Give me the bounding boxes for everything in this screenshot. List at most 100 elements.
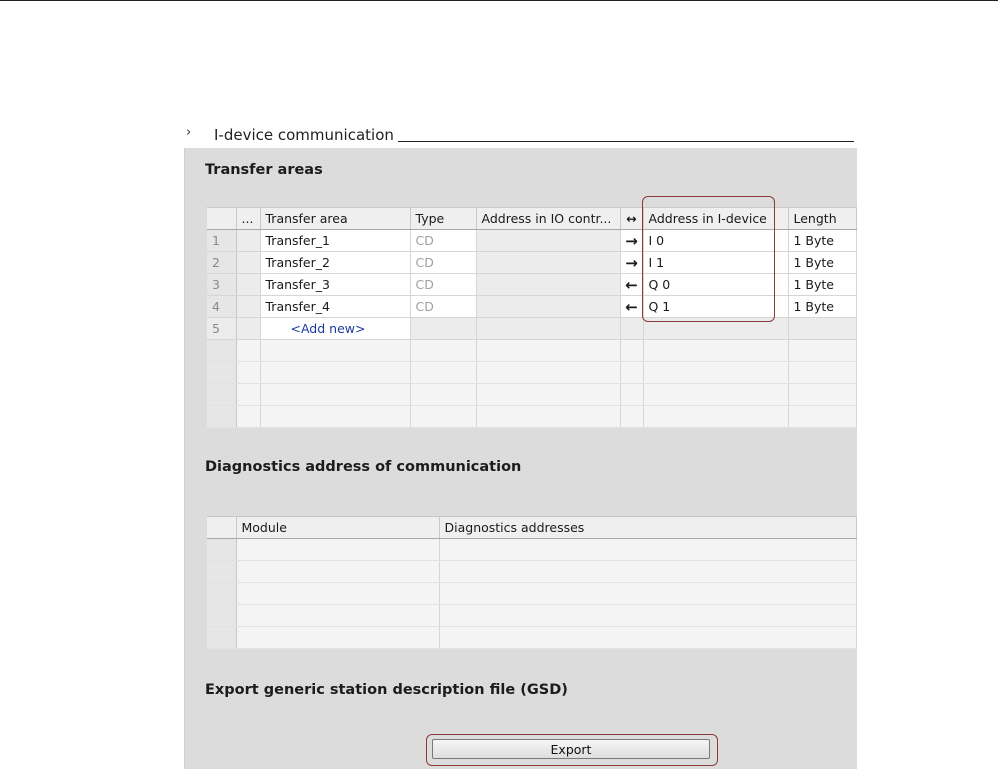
row-handle (236, 295, 261, 318)
empty-cell (788, 405, 857, 428)
transfer-area-name[interactable]: Transfer_3 (260, 273, 411, 296)
column-header-more[interactable]: ... (236, 207, 261, 230)
empty-cell (620, 361, 644, 384)
row-number (207, 604, 237, 627)
empty-cell (476, 339, 621, 362)
arrow-left-icon[interactable]: ← (620, 273, 644, 296)
empty-row (207, 604, 857, 627)
arrow-left-icon[interactable]: ← (620, 295, 644, 318)
empty-row (207, 560, 857, 583)
row-number (207, 582, 237, 605)
row-number (207, 538, 237, 561)
transfer-area-name[interactable]: Transfer_1 (260, 229, 411, 252)
transfer-area-name[interactable]: Transfer_2 (260, 251, 411, 274)
table-header-row: Module Diagnostics addresses (207, 516, 857, 539)
empty-row (207, 405, 857, 428)
column-header-transfer-area[interactable]: Transfer area (260, 207, 411, 230)
row-number[interactable]: 1 (207, 229, 237, 252)
empty-cell (643, 361, 789, 384)
row-number[interactable]: 4 (207, 295, 237, 318)
empty-cell (788, 383, 857, 406)
empty-cell (788, 339, 857, 362)
column-header-diagnostics-addresses[interactable]: Diagnostics addresses (439, 516, 857, 539)
empty-cell (410, 361, 477, 384)
empty-cell (620, 339, 644, 362)
column-header-module[interactable]: Module (236, 516, 440, 539)
row-handle (236, 317, 261, 340)
row-handle (236, 229, 261, 252)
transfer-type: CD (410, 251, 477, 274)
row-handle (236, 251, 261, 274)
diagnostics-heading: Diagnostics address of communication (205, 459, 522, 475)
empty-cell (410, 339, 477, 362)
top-rule (0, 0, 998, 1)
io-address-cell[interactable] (476, 229, 621, 252)
arrow-right-icon[interactable]: → (620, 251, 644, 274)
row-handle (236, 273, 261, 296)
empty-cell (476, 383, 621, 406)
bidirectional-arrow-icon[interactable]: ↔ (620, 207, 644, 230)
empty-cell (439, 582, 857, 605)
io-address-cell[interactable] (476, 273, 621, 296)
empty-cell (260, 339, 411, 362)
column-header-length[interactable]: Length (788, 207, 857, 230)
empty-cell (788, 317, 857, 340)
empty-row (207, 538, 857, 561)
empty-row (207, 339, 857, 362)
empty-row (207, 383, 857, 406)
empty-cell (643, 405, 789, 428)
empty-cell (476, 317, 621, 340)
empty-cell (439, 538, 857, 561)
row-number[interactable]: 5 (207, 317, 237, 340)
empty-cell (476, 405, 621, 428)
length-cell[interactable]: 1 Byte (788, 295, 857, 318)
length-cell[interactable]: 1 Byte (788, 273, 857, 296)
column-header-rownum (207, 207, 237, 230)
row-number[interactable]: 2 (207, 251, 237, 274)
empty-cell (260, 405, 411, 428)
empty-cell (236, 383, 261, 406)
empty-row (207, 626, 857, 649)
empty-cell (236, 361, 261, 384)
empty-cell (260, 383, 411, 406)
column-header-type[interactable]: Type (410, 207, 477, 230)
empty-cell (620, 405, 644, 428)
export-button[interactable]: Export (432, 739, 710, 759)
transfer-area-name[interactable]: Transfer_4 (260, 295, 411, 318)
row-number (207, 560, 237, 583)
empty-cell (410, 405, 477, 428)
transfer-type: CD (410, 229, 477, 252)
chevron-right-icon[interactable]: › (186, 125, 191, 140)
length-cell[interactable]: 1 Byte (788, 229, 857, 252)
io-address-cell[interactable] (476, 295, 621, 318)
empty-cell (410, 383, 477, 406)
section-title: I-device communication (214, 126, 394, 144)
row-number (207, 339, 237, 362)
column-header-io-address[interactable]: Address in IO contr... (476, 207, 621, 230)
empty-row (207, 361, 857, 384)
transfer-type: CD (410, 273, 477, 296)
empty-cell (788, 361, 857, 384)
empty-cell (643, 339, 789, 362)
diagnostics-table: Module Diagnostics addresses (207, 516, 857, 649)
empty-cell (620, 317, 644, 340)
empty-cell (439, 604, 857, 627)
column-header-rownum (207, 516, 237, 539)
row-number (207, 626, 237, 649)
length-cell[interactable]: 1 Byte (788, 251, 857, 274)
empty-cell (643, 383, 789, 406)
add-new-link[interactable]: <Add new> (260, 317, 411, 340)
io-address-cell[interactable] (476, 251, 621, 274)
row-number (207, 405, 237, 428)
section-divider (398, 141, 854, 142)
row-number[interactable]: 3 (207, 273, 237, 296)
empty-cell (236, 405, 261, 428)
row-number (207, 383, 237, 406)
empty-cell (439, 626, 857, 649)
arrow-right-icon[interactable]: → (620, 229, 644, 252)
empty-cell (410, 317, 477, 340)
empty-row (207, 582, 857, 605)
gsd-heading: Export generic station description file … (205, 682, 568, 698)
section-header[interactable]: › I-device communication (176, 125, 856, 148)
transfer-areas-heading: Transfer areas (205, 162, 323, 178)
